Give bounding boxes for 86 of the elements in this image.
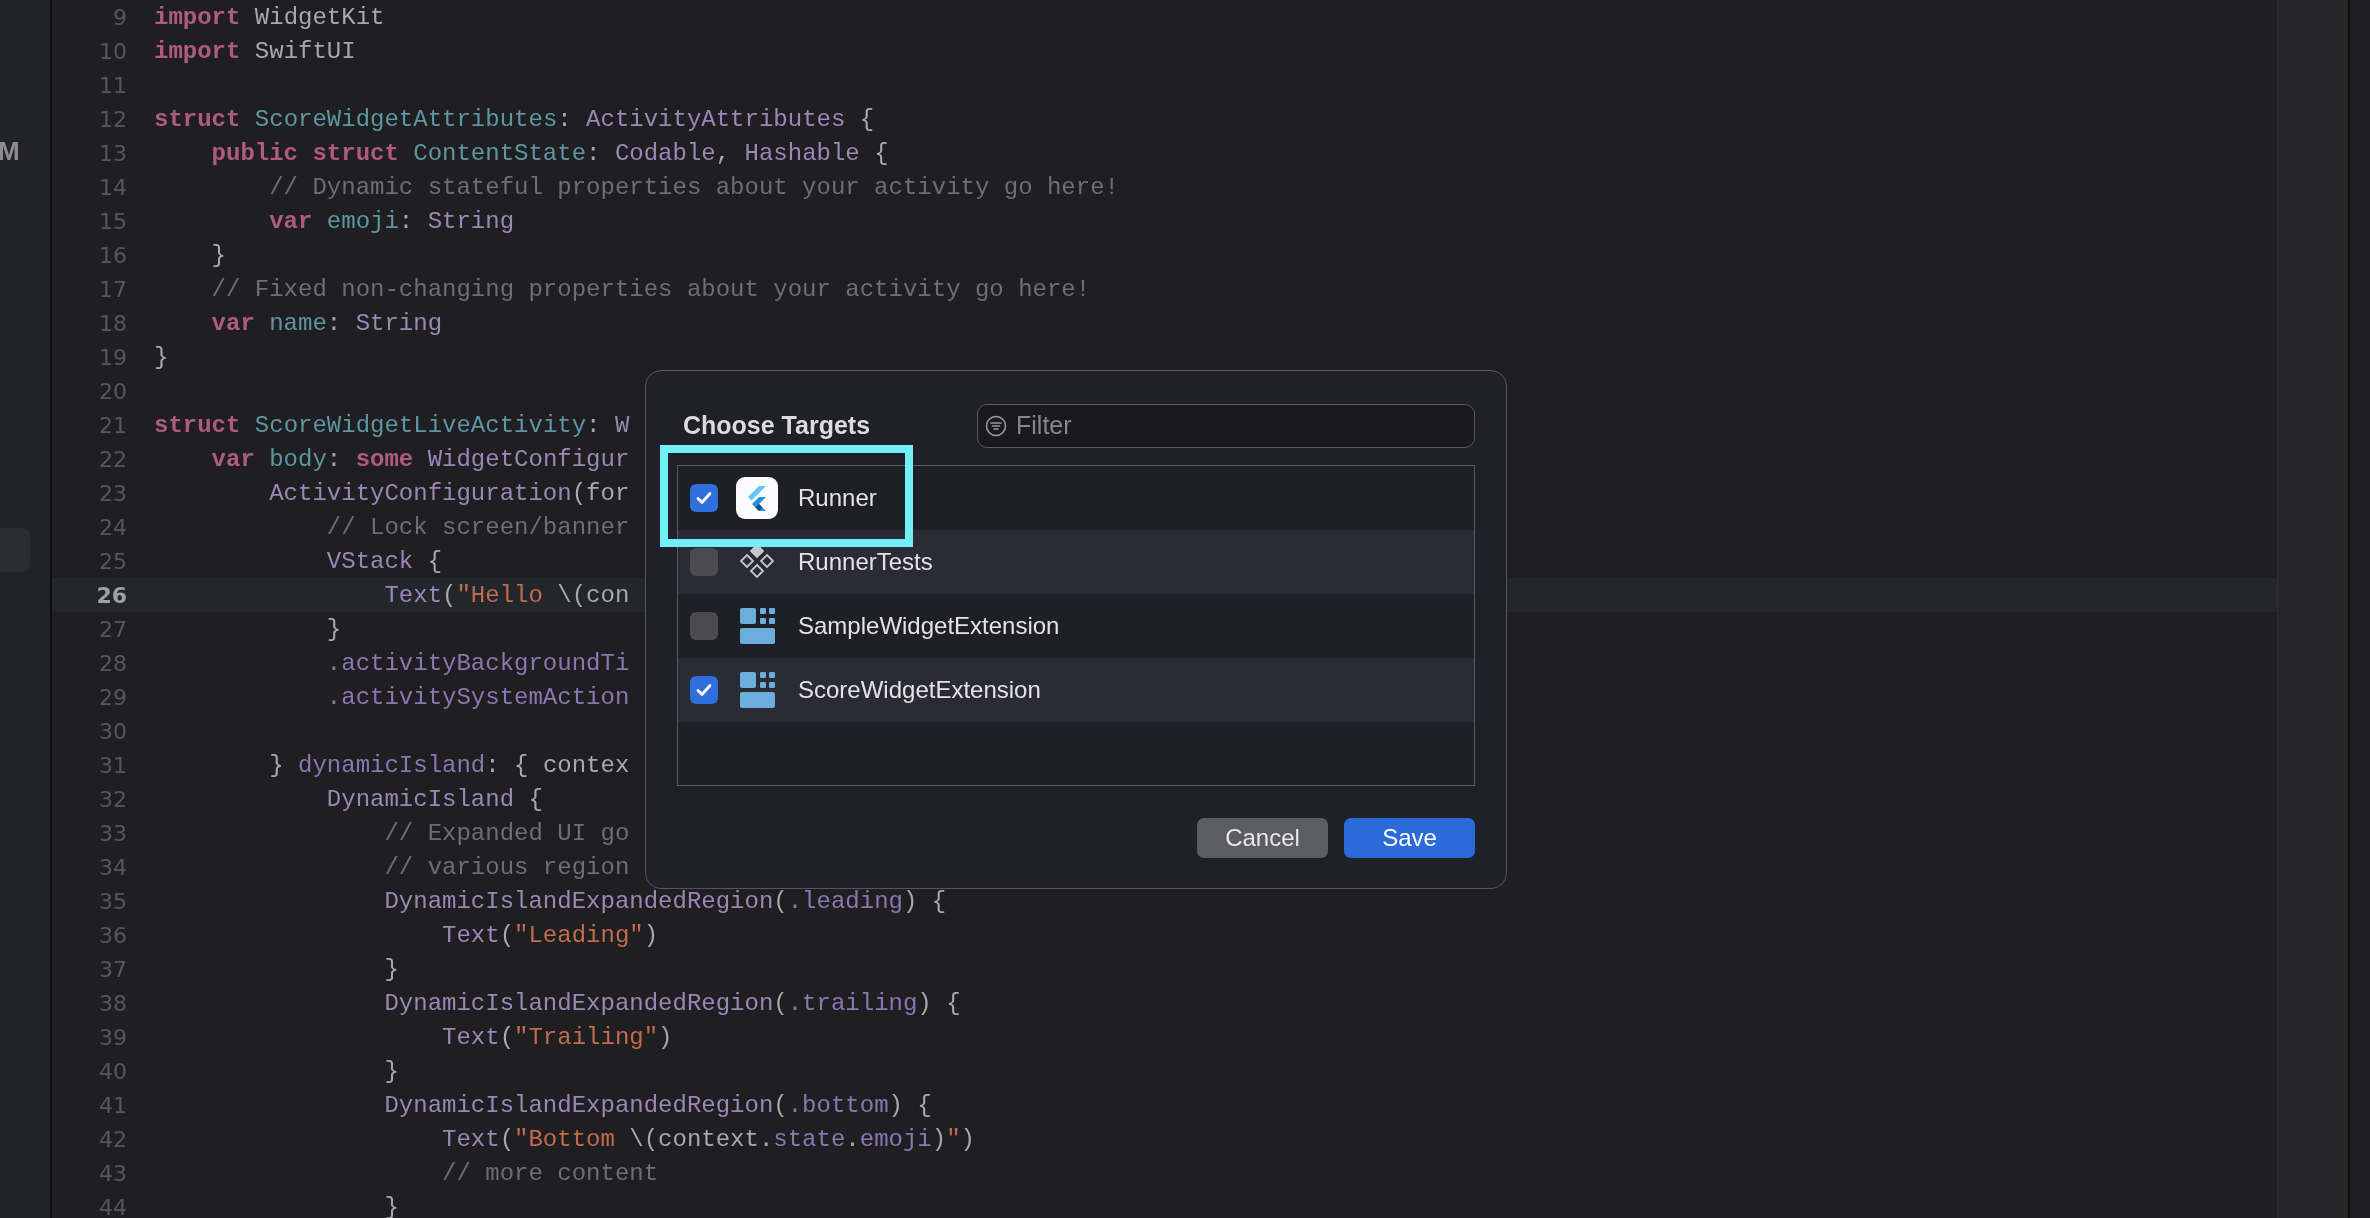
code-line: } xyxy=(154,343,169,371)
line-number: 20 xyxy=(98,378,127,404)
line-number: 41 xyxy=(98,1092,127,1118)
code-line: // Lock screen/banner xyxy=(325,513,630,541)
code-line: Text("Trailing") xyxy=(441,1023,673,1051)
line-number: 10 xyxy=(98,38,127,64)
target-name: SampleWidgetExtension xyxy=(798,611,1060,640)
line-number: 40 xyxy=(98,1058,127,1084)
code-line: .activitySystemAction xyxy=(325,683,630,711)
line-number: 14 xyxy=(98,174,127,200)
line-number: 9 xyxy=(112,4,127,30)
code-line: var emoji: String xyxy=(268,207,515,235)
code-line: // Expanded UI go xyxy=(383,819,630,847)
line-number: 26 xyxy=(95,582,127,608)
line-number: 39 xyxy=(98,1024,127,1050)
line-number: 44 xyxy=(98,1194,127,1218)
code-line: // various region xyxy=(383,853,630,881)
line-number: 36 xyxy=(98,922,127,948)
code-line: // Fixed non-changing properties about your activity go here! xyxy=(210,275,1091,303)
target-name: Runner xyxy=(798,483,877,512)
code-line: public struct ContentState: Codable, Hashable { xyxy=(210,139,889,167)
code-line: ActivityConfiguration(for xyxy=(268,479,630,507)
checkbox[interactable] xyxy=(690,675,718,704)
code-line: } xyxy=(325,615,342,643)
line-number: 35 xyxy=(98,888,127,914)
target-name: ScoreWidgetExtension xyxy=(798,675,1041,704)
filter-icon xyxy=(985,414,1007,437)
dialog-title: Choose Targets xyxy=(683,411,871,441)
checkbox[interactable] xyxy=(690,547,718,576)
code-line: Text("Hello \(con xyxy=(383,581,630,609)
filter-field[interactable]: Filter xyxy=(977,403,1475,448)
code-line: // Dynamic stateful properties about your activity go here! xyxy=(268,173,1119,201)
code-line: Text("Bottom \(context.state.emoji)") xyxy=(441,1125,975,1153)
code-line: } xyxy=(210,241,226,269)
code-line: } xyxy=(383,1057,399,1085)
line-number: 16 xyxy=(98,242,127,268)
line-number: 38 xyxy=(98,990,127,1016)
line-number: 23 xyxy=(98,480,127,506)
target-row[interactable]: ScoreWidgetExtension xyxy=(678,657,1474,722)
checkbox[interactable] xyxy=(690,611,718,640)
code-line: } xyxy=(383,955,399,983)
line-number: 43 xyxy=(98,1160,127,1186)
line-number: 19 xyxy=(98,344,127,370)
code-line: DynamicIslandExpandedRegion(.trailing) { xyxy=(383,989,961,1017)
line-number: 21 xyxy=(98,412,127,438)
code-line: Text("Leading") xyxy=(441,921,659,949)
code-line: var name: String xyxy=(210,309,443,337)
line-number: 28 xyxy=(98,650,127,676)
line-number: 25 xyxy=(98,548,127,574)
line-number: 31 xyxy=(98,752,127,778)
code-line: var body: some WidgetConfigur xyxy=(210,445,630,473)
save-button[interactable]: Save xyxy=(1344,818,1475,858)
line-number: 11 xyxy=(98,72,127,98)
line-number: 34 xyxy=(98,854,127,880)
line-number: 30 xyxy=(98,718,127,744)
line-number: 37 xyxy=(98,956,127,982)
line-number: 18 xyxy=(98,310,127,336)
code-line: .activityBackgroundTi xyxy=(325,649,630,677)
line-number: 22 xyxy=(98,446,127,472)
line-number: 24 xyxy=(98,514,127,540)
code-line: DynamicIsland { xyxy=(325,785,543,813)
line-number: 42 xyxy=(98,1126,127,1152)
code-line: struct ScoreWidgetAttributes: ActivityAttributes { xyxy=(154,105,875,133)
code-line: } dynamicIsland: { contex xyxy=(268,751,630,779)
line-number: 33 xyxy=(98,820,127,846)
code-line: struct ScoreWidgetLiveActivity: W xyxy=(154,411,630,439)
line-number: 32 xyxy=(98,786,127,812)
code-line: DynamicIslandExpandedRegion(.leading) { xyxy=(383,887,947,915)
target-name: RunnerTests xyxy=(798,547,933,576)
code-line: import WidgetKit xyxy=(154,3,385,31)
checkbox[interactable] xyxy=(690,483,718,512)
app-icon xyxy=(736,476,778,519)
line-number: 27 xyxy=(98,616,127,642)
line-number: 13 xyxy=(98,140,127,166)
cancel-button[interactable]: Cancel xyxy=(1197,818,1328,858)
code-line: DynamicIslandExpandedRegion(.bottom) { xyxy=(383,1091,932,1119)
line-number: 17 xyxy=(98,276,127,302)
line-number: 29 xyxy=(98,684,127,710)
line-number: 15 xyxy=(98,208,127,234)
code-line: } xyxy=(383,1193,399,1218)
target-row[interactable]: RunnerTests xyxy=(678,529,1474,594)
code-line: import SwiftUI xyxy=(154,37,356,65)
sidebar-text: M xyxy=(0,136,20,167)
code-line: // more content xyxy=(441,1159,659,1187)
code-line: VStack { xyxy=(325,547,443,575)
line-number: 12 xyxy=(98,106,127,132)
